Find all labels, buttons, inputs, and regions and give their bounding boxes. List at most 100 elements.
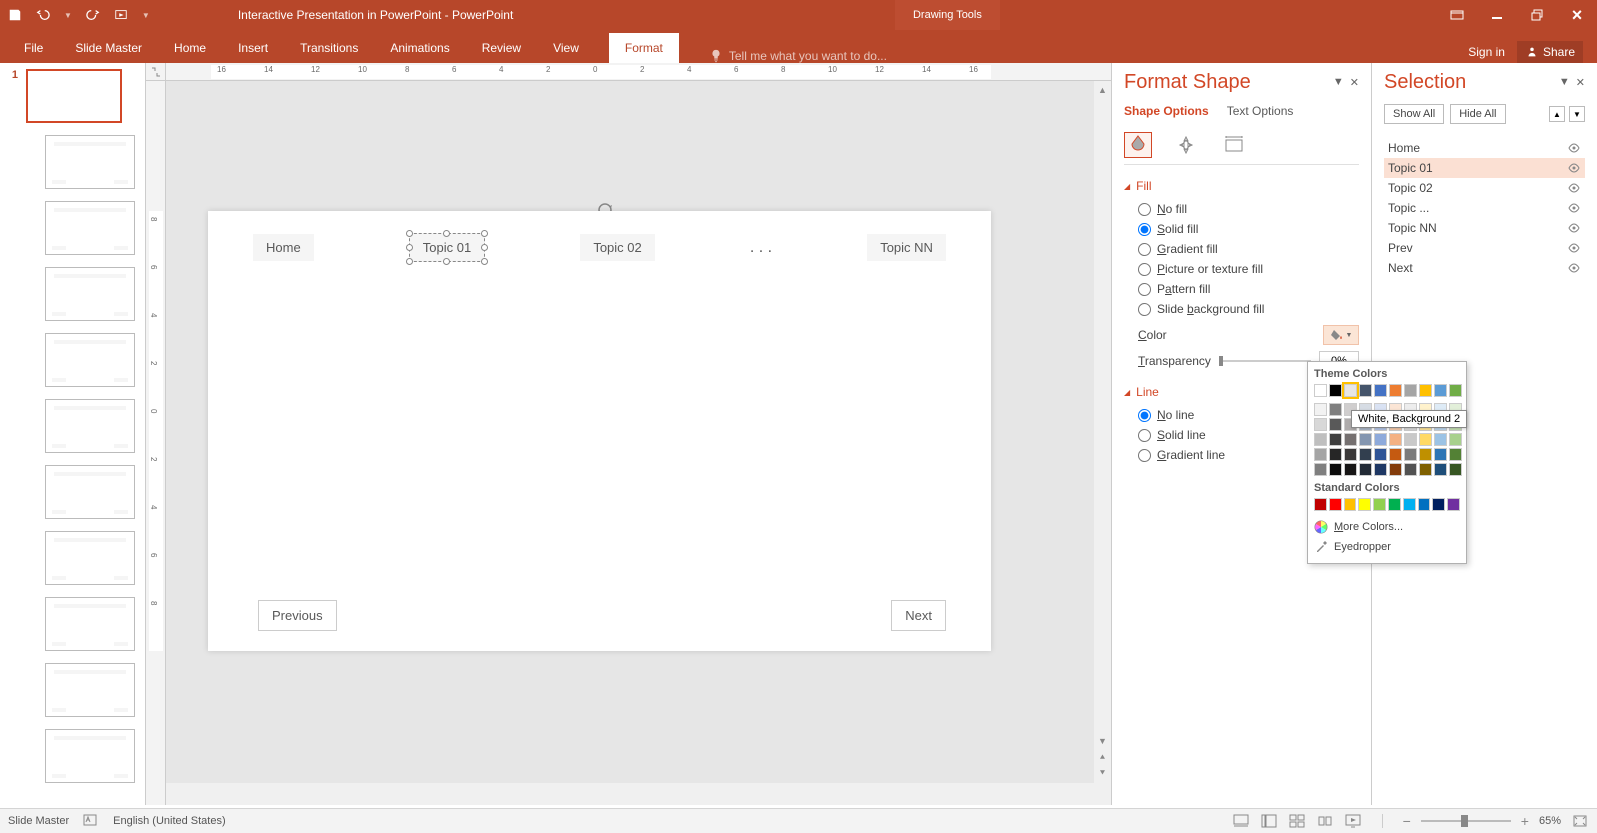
scroll-down-icon[interactable]: ▼ xyxy=(1094,733,1111,749)
tab-format[interactable]: Format xyxy=(609,33,679,63)
color-swatch-cell[interactable] xyxy=(1314,448,1327,461)
pane-close-icon[interactable]: ✕ xyxy=(1350,76,1359,89)
prev-slide-icon[interactable]: ⯅ xyxy=(1094,749,1111,765)
color-swatch-cell[interactable] xyxy=(1404,384,1417,397)
selection-handle-icon[interactable] xyxy=(481,258,488,265)
zoom-level[interactable]: 65% xyxy=(1539,815,1561,827)
nav-topic-02[interactable]: Topic 02 xyxy=(580,234,654,261)
send-backward-icon[interactable]: ▼ xyxy=(1569,106,1585,122)
color-swatch-cell[interactable] xyxy=(1447,498,1460,511)
pane-options-icon[interactable]: ▼ xyxy=(1333,76,1344,89)
start-from-beginning-icon[interactable] xyxy=(114,8,128,22)
pane-close-icon[interactable]: ✕ xyxy=(1576,76,1585,89)
color-swatch-cell[interactable] xyxy=(1419,463,1432,476)
nav-topic-01[interactable]: Topic 01 xyxy=(409,233,485,262)
selection-item[interactable]: Topic ... xyxy=(1384,198,1585,218)
color-swatch-cell[interactable] xyxy=(1404,448,1417,461)
thumbnail-slide[interactable] xyxy=(0,657,145,723)
next-slide-icon[interactable]: ⯆ xyxy=(1094,765,1111,781)
notes-button-icon[interactable] xyxy=(1232,812,1250,830)
selection-item[interactable]: Home xyxy=(1384,138,1585,158)
color-swatch-cell[interactable] xyxy=(1374,448,1387,461)
color-swatch-cell[interactable] xyxy=(1404,463,1417,476)
color-swatch-cell[interactable] xyxy=(1449,384,1462,397)
selection-handle-icon[interactable] xyxy=(443,258,450,265)
fill-section-header[interactable]: ◢ Fill xyxy=(1124,179,1359,193)
undo-icon[interactable] xyxy=(36,8,50,22)
slide-sorter-view-icon[interactable] xyxy=(1288,812,1306,830)
tab-animations[interactable]: Animations xyxy=(374,33,465,63)
color-swatch-cell[interactable] xyxy=(1434,384,1447,397)
color-swatch-cell[interactable] xyxy=(1314,418,1327,431)
tab-file[interactable]: File xyxy=(8,33,59,63)
color-swatch-cell[interactable] xyxy=(1432,498,1445,511)
visibility-icon[interactable] xyxy=(1567,223,1581,233)
color-swatch-cell[interactable] xyxy=(1314,498,1327,511)
visibility-icon[interactable] xyxy=(1567,203,1581,213)
visibility-icon[interactable] xyxy=(1567,143,1581,153)
radio-solid-fill[interactable]: Solid fill xyxy=(1138,219,1359,239)
tell-me-search[interactable]: Tell me what you want to do... xyxy=(679,49,887,63)
tab-transitions[interactable]: Transitions xyxy=(284,33,374,63)
color-swatch-cell[interactable] xyxy=(1419,433,1432,446)
status-language[interactable]: English (United States) xyxy=(113,815,226,827)
fill-color-button[interactable]: ▼ xyxy=(1323,325,1359,345)
previous-button[interactable]: Previous xyxy=(258,600,337,631)
sign-in-link[interactable]: Sign in xyxy=(1468,45,1505,59)
normal-view-icon[interactable] xyxy=(1260,812,1278,830)
color-swatch-cell[interactable] xyxy=(1329,418,1342,431)
color-swatch-cell[interactable] xyxy=(1329,448,1342,461)
color-swatch-cell[interactable] xyxy=(1359,463,1372,476)
tab-text-options[interactable]: Text Options xyxy=(1227,104,1294,118)
color-swatch-cell[interactable] xyxy=(1434,433,1447,446)
thumbnail-slide[interactable] xyxy=(0,327,145,393)
visibility-icon[interactable] xyxy=(1567,163,1581,173)
status-mode[interactable]: Slide Master xyxy=(8,815,69,827)
tab-view[interactable]: View xyxy=(537,33,595,63)
next-button[interactable]: Next xyxy=(891,600,946,631)
save-icon[interactable] xyxy=(8,8,22,22)
scroll-up-icon[interactable]: ▲ xyxy=(1094,81,1111,98)
selection-handle-icon[interactable] xyxy=(406,244,413,251)
pane-options-icon[interactable]: ▼ xyxy=(1559,76,1570,89)
radio-gradient-fill[interactable]: Gradient fill xyxy=(1138,239,1359,259)
color-swatch-cell[interactable] xyxy=(1449,463,1462,476)
color-swatch-cell[interactable] xyxy=(1389,384,1402,397)
color-swatch-cell[interactable] xyxy=(1449,433,1462,446)
restore-icon[interactable] xyxy=(1517,0,1557,30)
share-button[interactable]: Share xyxy=(1517,41,1583,63)
more-colors-button[interactable]: More Colors... xyxy=(1314,517,1460,537)
color-swatch-cell[interactable] xyxy=(1344,498,1357,511)
thumbnail-slide[interactable] xyxy=(0,129,145,195)
color-swatch-cell[interactable] xyxy=(1449,448,1462,461)
color-swatch-cell[interactable] xyxy=(1373,498,1386,511)
zoom-slider[interactable] xyxy=(1421,820,1511,822)
show-all-button[interactable]: Show All xyxy=(1384,104,1444,124)
thumbnail-panel[interactable]: 1 xyxy=(0,63,146,805)
selection-item[interactable]: Topic 01 xyxy=(1384,158,1585,178)
vertical-scrollbar[interactable]: ▲ ▼ ⯅ ⯆ xyxy=(1094,81,1111,783)
color-swatch-cell[interactable] xyxy=(1403,498,1416,511)
color-swatch-cell[interactable] xyxy=(1344,384,1357,397)
color-swatch-cell[interactable] xyxy=(1434,463,1447,476)
color-swatch-cell[interactable] xyxy=(1374,384,1387,397)
selection-item[interactable]: Topic 02 xyxy=(1384,178,1585,198)
selection-handle-icon[interactable] xyxy=(406,258,413,265)
reading-view-icon[interactable] xyxy=(1316,812,1334,830)
color-swatch-cell[interactable] xyxy=(1418,498,1431,511)
color-swatch-cell[interactable] xyxy=(1329,384,1342,397)
color-swatch-cell[interactable] xyxy=(1358,498,1371,511)
color-swatch-cell[interactable] xyxy=(1404,433,1417,446)
radio-pattern-fill[interactable]: Pattern fill xyxy=(1138,279,1359,299)
selection-item[interactable]: Next xyxy=(1384,258,1585,278)
selection-item[interactable]: Prev xyxy=(1384,238,1585,258)
visibility-icon[interactable] xyxy=(1567,243,1581,253)
thumbnail-slide[interactable]: 1 xyxy=(0,63,145,129)
radio-picture-fill[interactable]: Picture or texture fill xyxy=(1138,259,1359,279)
thumbnail-slide[interactable] xyxy=(0,261,145,327)
tab-shape-options[interactable]: Shape Options xyxy=(1124,104,1209,118)
visibility-icon[interactable] xyxy=(1567,183,1581,193)
thumbnail-slide[interactable] xyxy=(0,723,145,789)
color-swatch-cell[interactable] xyxy=(1329,403,1342,416)
thumbnail-slide[interactable] xyxy=(0,393,145,459)
